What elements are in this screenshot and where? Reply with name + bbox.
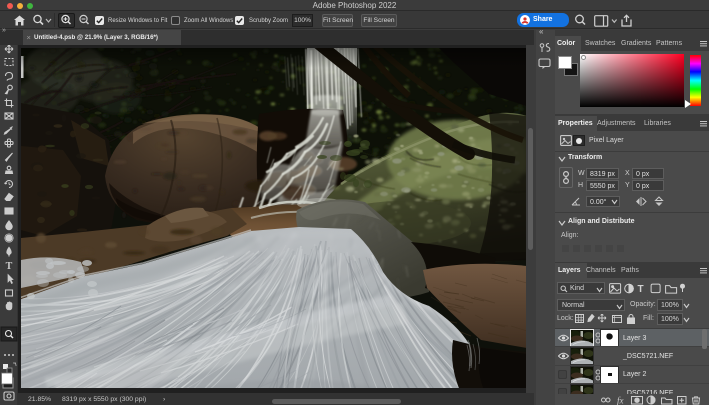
svg-text:fx: fx [617, 395, 624, 405]
svg-text:T: T [638, 284, 644, 295]
svg-text:T: T [6, 261, 13, 272]
